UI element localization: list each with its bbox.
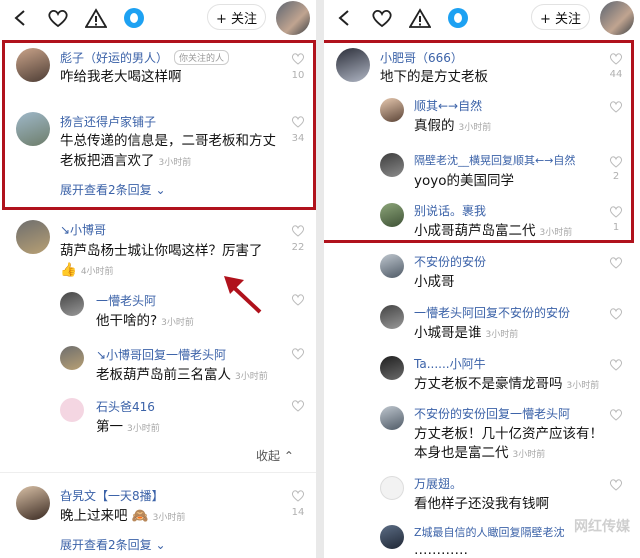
avatar[interactable] (16, 48, 50, 82)
avatar[interactable] (60, 292, 84, 316)
like-icon[interactable] (609, 307, 623, 320)
reply-author[interactable]: Ta......小阿牛 (414, 355, 486, 372)
top-bar: + 关注 (0, 0, 316, 36)
like-icon[interactable] (609, 155, 623, 168)
divider (0, 472, 316, 473)
like-count: 2 (612, 171, 620, 182)
follow-button[interactable]: + 关注 (206, 4, 266, 30)
reply-text: yoyo的美国同学 (414, 173, 514, 189)
like-count: 14 (291, 507, 305, 518)
like-icon[interactable] (291, 399, 305, 412)
reply-author[interactable]: ↘小博哥回复一懵老头阿 (96, 346, 226, 363)
like-icon[interactable] (609, 205, 623, 218)
avatar[interactable] (380, 153, 404, 177)
like-count: 22 (291, 242, 305, 253)
back-icon[interactable] (330, 4, 358, 32)
avatar[interactable] (16, 220, 50, 254)
reply-author[interactable]: 一懵老头阿回复不安份的安份 (414, 304, 570, 321)
reply-text: 老板葫芦岛前三名富人 3小时前 (96, 367, 268, 383)
like-count: 34 (291, 133, 305, 144)
like-icon[interactable] (609, 408, 623, 421)
qq-icon[interactable] (444, 4, 472, 32)
reply-author[interactable]: 隔壁老沈__横晃回复顺其←→自然 (414, 152, 575, 168)
comment-meta: 👍 4小时前 (60, 262, 114, 278)
like-icon[interactable] (291, 52, 305, 65)
comment-author[interactable]: 彪子（好运的男人） 你关注的人 (60, 49, 230, 66)
reply-text: 小成哥葫芦岛富二代 3小时前 (414, 223, 573, 239)
reply-text: 看他样子还没我有钱啊 (414, 496, 549, 512)
follow-button[interactable]: + 关注 (530, 4, 590, 30)
reply-author[interactable]: 顺其←→自然 (414, 97, 482, 114)
top-bar: + 关注 (324, 0, 640, 36)
followed-tag: 你关注的人 (174, 50, 230, 65)
comment-text: 地下的是方丈老板 (380, 69, 488, 85)
avatar[interactable] (16, 112, 50, 146)
like-icon[interactable] (291, 293, 305, 306)
back-icon[interactable] (6, 4, 34, 32)
comment-text: 晚上过来吧 🙈 3小时前 (60, 508, 186, 524)
reply-author[interactable]: 万展翅。 (414, 475, 462, 492)
avatar[interactable] (380, 98, 404, 122)
expand-replies-button[interactable]: 展开查看2条回复 ⌄ (60, 536, 166, 553)
comment-text: 牛总传递的信息是，二哥老板和方丈 (60, 133, 276, 149)
like-icon[interactable] (291, 115, 305, 128)
reply-text: 本身也是富二代 3小时前 (414, 445, 546, 461)
avatar[interactable] (380, 476, 404, 500)
comment-author[interactable]: 小肥哥（666） (380, 49, 463, 66)
reply-author[interactable]: 不安份的安份回复一懵老头阿 (414, 405, 570, 422)
like-icon[interactable] (609, 52, 623, 65)
like-count: 44 (609, 69, 623, 80)
comment-author[interactable]: ↘小博哥 (60, 221, 106, 238)
reply-text: 方丈老板不是豪情龙哥吗 3小时前 (414, 376, 600, 392)
heart-icon[interactable] (44, 4, 72, 32)
like-icon[interactable] (609, 100, 623, 113)
reply-text: 真假的 3小时前 (414, 118, 492, 134)
reply-author[interactable]: 一懵老头阿 (96, 292, 156, 309)
warning-icon[interactable] (406, 4, 434, 32)
avatar[interactable] (60, 398, 84, 422)
like-icon[interactable] (291, 489, 305, 502)
qq-icon[interactable] (120, 4, 148, 32)
right-phone: + 关注 小肥哥（666） 地下的是方丈老板 44 顺其←→自然 真假的 3小时前… (324, 0, 640, 558)
reply-text: ………… (414, 542, 468, 558)
avatar[interactable] (380, 254, 404, 278)
avatar[interactable] (380, 406, 404, 430)
arrow-annotation-icon (224, 276, 262, 314)
like-icon[interactable] (291, 347, 305, 360)
avatar[interactable] (380, 305, 404, 329)
reply-text: 第一 3小时前 (96, 419, 160, 435)
avatar[interactable] (380, 356, 404, 380)
avatar[interactable] (336, 48, 370, 82)
like-icon[interactable] (609, 478, 623, 491)
like-icon[interactable] (609, 256, 623, 269)
collapse-button[interactable]: 收起 ⌃ (256, 447, 294, 464)
comment-text: 咋给我老大喝这样啊 (60, 69, 182, 85)
left-phone: + 关注 彪子（好运的男人） 你关注的人 咋给我老大喝这样啊 10 扬言还得卢家铺… (0, 0, 316, 558)
warning-icon[interactable] (82, 4, 110, 32)
reply-author[interactable]: 石头爸416 (96, 398, 155, 415)
comment-author[interactable]: 扬言还得卢家铺子 (60, 113, 156, 130)
heart-icon[interactable] (368, 4, 396, 32)
avatar[interactable] (16, 486, 50, 520)
screenshot-pair: + 关注 彪子（好运的男人） 你关注的人 咋给我老大喝这样啊 10 扬言还得卢家铺… (0, 0, 640, 558)
reply-text: 他干啥的? 3小时前 (96, 313, 194, 329)
reply-text: 小成哥 (414, 274, 455, 290)
avatar[interactable] (380, 203, 404, 227)
reply-text: 小城哥是谁 3小时前 (414, 325, 519, 341)
watermark: 网红传媒 (574, 519, 630, 535)
author-avatar[interactable] (276, 1, 310, 35)
avatar[interactable] (380, 525, 404, 549)
like-count: 10 (291, 70, 305, 81)
like-count: 1 (612, 222, 620, 233)
like-icon[interactable] (609, 358, 623, 371)
comment-text: 老板把酒言欢了 3小时前 (60, 153, 192, 169)
reply-author[interactable]: Z城最自信的人瞰回复隔壁老沈 (414, 524, 565, 540)
author-avatar[interactable] (600, 1, 634, 35)
like-icon[interactable] (291, 224, 305, 237)
reply-author[interactable]: 别说话。裹我 (414, 202, 486, 219)
reply-author[interactable]: 不安份的安份 (414, 253, 486, 270)
comment-author[interactable]: 旮旯文【一天8播】 (60, 487, 164, 504)
avatar[interactable] (60, 346, 84, 370)
expand-replies-button[interactable]: 展开查看2条回复 ⌄ (60, 181, 166, 198)
